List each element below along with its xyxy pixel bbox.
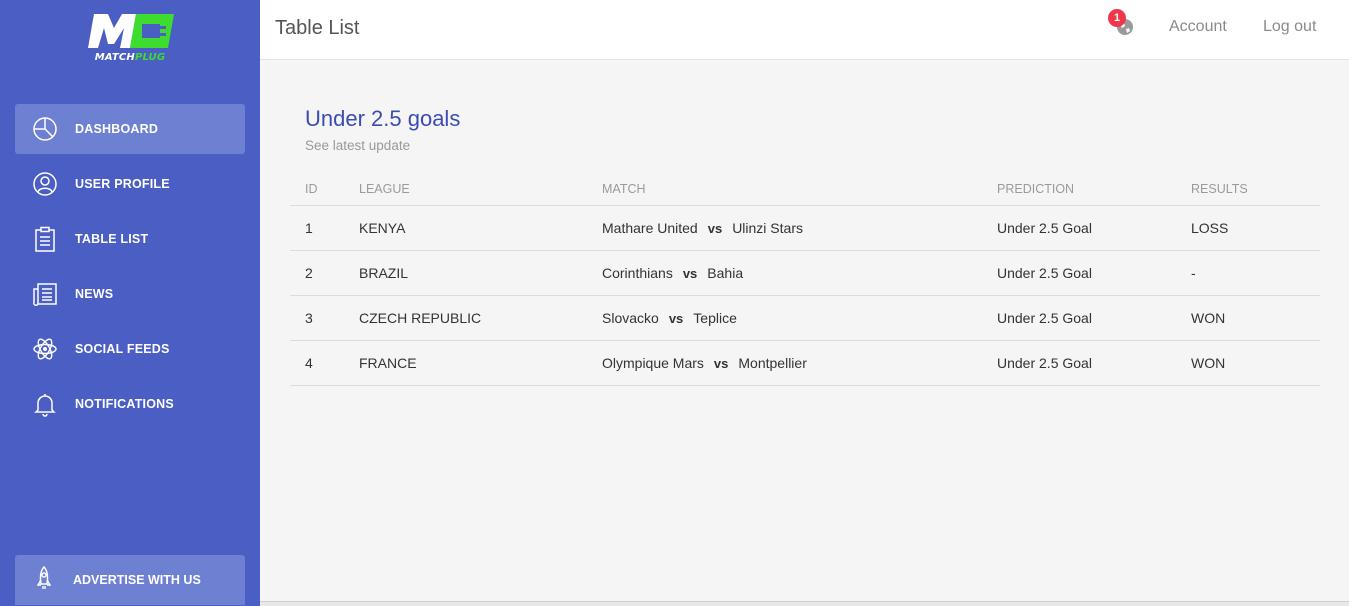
sidebar-item-news[interactable]: News <box>15 269 245 319</box>
vs-label: vs <box>707 220 723 236</box>
header-id: ID <box>290 173 344 206</box>
cell-result: - <box>1176 250 1320 296</box>
sidebar-item-label: Notifications <box>75 397 174 411</box>
away-team: Montpellier <box>738 354 807 371</box>
bell-icon <box>31 390 59 418</box>
page-title: Table List <box>275 17 360 39</box>
sidebar-item-user-profile[interactable]: User Profile <box>15 159 245 209</box>
cell-result: LOSS <box>1176 205 1320 251</box>
header-prediction: PREDICTION <box>982 173 1176 206</box>
table-row: 4 FRANCE Olympique Mars vs Montpellier Und… <box>290 340 1320 386</box>
home-team: Slovacko <box>602 309 659 326</box>
table-row: 3 CZECH REPUBLIC Slovacko vs Teplice Under… <box>290 295 1320 341</box>
cell-match: Olympique Mars vs Montpellier <box>587 340 982 386</box>
logo-mark-icon <box>88 14 174 48</box>
vs-label: vs <box>668 310 684 326</box>
account-link[interactable]: Account <box>1169 18 1227 36</box>
predictions-table: ID LEAGUE MATCH PREDICTION RESULTS 1 KEN… <box>290 173 1320 386</box>
header-match: MATCH <box>587 173 982 206</box>
logout-link[interactable]: Log out <box>1263 18 1316 36</box>
logo-text: MATCHPLUG <box>94 52 166 63</box>
cell-id: 4 <box>290 340 344 386</box>
clipboard-icon <box>31 225 59 253</box>
newspaper-icon <box>31 280 59 308</box>
cell-id: 1 <box>290 205 344 251</box>
cell-prediction: Under 2.5 Goal <box>982 250 1176 296</box>
bottom-divider <box>260 601 1349 606</box>
cell-result: WON <box>1176 295 1320 341</box>
table-row: 1 KENYA Mathare United vs Ulinzi Stars Und… <box>290 205 1320 251</box>
pie-chart-icon <box>31 115 59 143</box>
sidebar-item-social-feeds[interactable]: Social Feeds <box>15 324 245 374</box>
sidebar: MATCHPLUG Dashboard User Profile Table L… <box>0 0 260 606</box>
home-team: Mathare United <box>602 219 698 236</box>
advertise-button[interactable]: Advertise With Us <box>15 555 245 605</box>
rocket-icon <box>31 565 57 596</box>
top-navbar: Table List 1 Account Log out <box>260 0 1349 60</box>
cell-prediction: Under 2.5 Goal <box>982 205 1176 251</box>
advertise-label: Advertise With Us <box>73 573 201 587</box>
table-row: 2 BRAZIL Corinthians vs Bahia Under 2.5 Go… <box>290 250 1320 296</box>
cell-prediction: Under 2.5 Goal <box>982 340 1176 386</box>
sidebar-item-label: User Profile <box>75 177 170 191</box>
sidebar-item-dashboard[interactable]: Dashboard <box>15 104 245 154</box>
header-results: RESULTS <box>1176 173 1320 206</box>
cell-league: CZECH REPUBLIC <box>344 295 587 341</box>
card-subtitle: See latest update <box>305 138 411 153</box>
vs-label: vs <box>713 355 729 371</box>
cell-league: BRAZIL <box>344 250 587 296</box>
away-team: Ulinzi Stars <box>732 219 803 236</box>
away-team: Teplice <box>693 309 737 326</box>
home-team: Olympique Mars <box>602 354 704 371</box>
cell-league: FRANCE <box>344 340 587 386</box>
sidebar-nav: Dashboard User Profile Table List News S… <box>15 104 245 434</box>
sidebar-item-label: Dashboard <box>75 122 159 136</box>
away-team: Bahia <box>707 264 744 281</box>
table-header-row: ID LEAGUE MATCH PREDICTION RESULTS <box>290 173 1320 206</box>
cell-prediction: Under 2.5 Goal <box>982 295 1176 341</box>
sidebar-item-notifications[interactable]: Notifications <box>15 379 245 429</box>
home-team: Corinthians <box>602 264 673 281</box>
matchplug-logo[interactable]: MATCHPLUG <box>84 12 176 68</box>
atom-icon <box>31 335 59 363</box>
cell-id: 2 <box>290 250 344 296</box>
card-title: Under 2.5 goals <box>305 106 461 131</box>
header-league: LEAGUE <box>344 173 587 206</box>
cell-match: Slovacko vs Teplice <box>587 295 982 341</box>
sidebar-item-label: Social Feeds <box>75 342 170 356</box>
notification-badge: 1 <box>1108 9 1126 27</box>
vs-label: vs <box>682 265 698 281</box>
sidebar-item-label: News <box>75 287 114 301</box>
cell-result: WON <box>1176 340 1320 386</box>
cell-match: Mathare United vs Ulinzi Stars <box>587 205 982 251</box>
sidebar-item-label: Table List <box>75 232 149 246</box>
sidebar-item-table-list[interactable]: Table List <box>15 214 245 264</box>
cell-match: Corinthians vs Bahia <box>587 250 982 296</box>
cell-id: 3 <box>290 295 344 341</box>
user-icon <box>31 170 59 198</box>
cell-league: KENYA <box>344 205 587 251</box>
